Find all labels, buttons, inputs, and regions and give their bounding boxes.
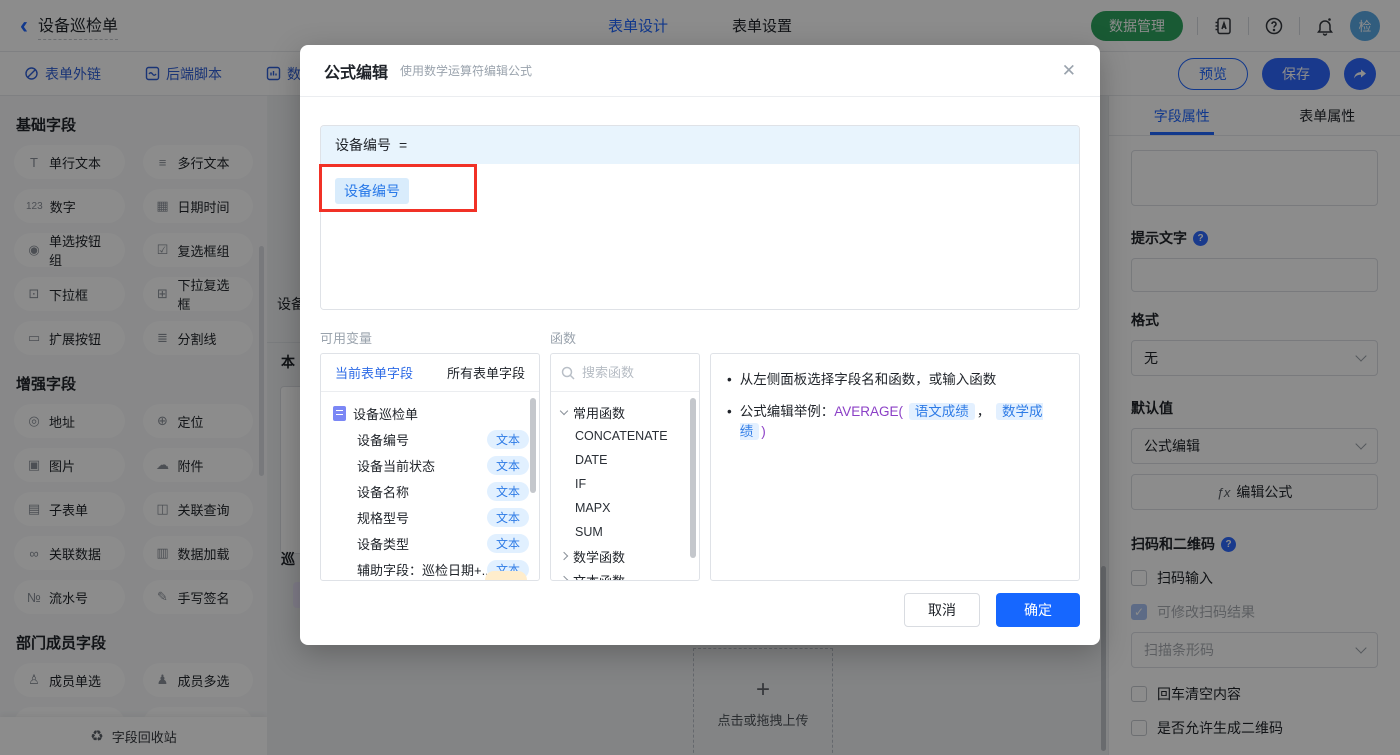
available-variables-label: 可用变量 xyxy=(320,331,373,346)
modal-header: 公式编辑 使用数学运算符编辑公式 ✕ xyxy=(300,45,1100,97)
modal-subtitle: 使用数学运算符编辑公式 xyxy=(400,64,533,78)
chevron-right-icon xyxy=(559,575,569,580)
functions-panel: 常用函数 CONCATENATE DATE IF MAPX SUM 数学函数 文… xyxy=(550,353,700,581)
tab-all-form-fields[interactable]: 所有表单字段 xyxy=(447,363,525,382)
function-group-text[interactable]: 文本函数 xyxy=(559,568,691,580)
variables-tree: 设备巡检单 设备编号 文本 设备当前状态 文本 设备名称 文本 规格型号 文本 设备类型… xyxy=(321,392,539,580)
variables-scrollbar[interactable] xyxy=(530,398,536,493)
variable-row[interactable]: 设备名称 文本 xyxy=(333,478,529,504)
formula-input-area[interactable]: 设备编号 xyxy=(321,164,1079,309)
formula-target-field: 设备编号 xyxy=(335,137,391,153)
type-badge: 文本 xyxy=(486,455,529,475)
function-item[interactable]: CONCATENATE xyxy=(561,424,691,448)
type-badge: 文本 xyxy=(486,533,529,553)
panel-labels: 可用变量 函数 xyxy=(320,328,1080,347)
formula-edit-modal: 公式编辑 使用数学运算符编辑公式 ✕ 设备编号 = 设备编号 可用变量 函数 当… xyxy=(300,45,1100,645)
form-designer-page: ‹ 设备巡检单 表单设计 表单设置 数据管理 检 表单外链 后端脚本 预览 保存… xyxy=(0,0,1400,755)
cancel-button[interactable]: 取消 xyxy=(904,593,980,627)
variable-row[interactable]: 设备当前状态 文本 xyxy=(333,452,529,478)
variable-row[interactable]: 设备编号 文本 xyxy=(333,426,529,452)
tips-panel: • 从左侧面板选择字段名和函数，或输入函数 • 公式编辑举例：AVERAGE( 语… xyxy=(710,353,1080,581)
function-group-math[interactable]: 数学函数 xyxy=(559,544,691,568)
tip-example-line: • 公式编辑举例：AVERAGE( 语文成绩， 数学成绩) xyxy=(727,403,1043,440)
variable-row[interactable]: 设备类型 文本 xyxy=(333,530,529,556)
type-badge: 文本 xyxy=(486,429,529,449)
example-field-token: 语文成绩 xyxy=(908,403,975,420)
example-function-name: AVERAGE( xyxy=(834,404,903,419)
type-badge: 文本 xyxy=(486,507,529,527)
function-item[interactable]: IF xyxy=(561,472,691,496)
chevron-right-icon xyxy=(559,551,569,561)
variable-row[interactable]: 规格型号 文本 xyxy=(333,504,529,530)
modal-panels: 当前表单字段 所有表单字段 设备巡检单 设备编号 文本 设备当前状态 文本 设备名称… xyxy=(320,353,1080,581)
tip-line: • 从左侧面板选择字段名和函数，或输入函数 xyxy=(727,372,997,387)
function-search[interactable] xyxy=(551,354,699,392)
close-icon[interactable]: ✕ xyxy=(1062,61,1076,81)
functions-scrollbar[interactable] xyxy=(690,398,696,558)
partial-type-badge xyxy=(485,571,527,580)
variables-panel: 当前表单字段 所有表单字段 设备巡检单 设备编号 文本 设备当前状态 文本 设备名称… xyxy=(320,353,540,581)
search-input[interactable] xyxy=(582,365,674,380)
function-item[interactable]: DATE xyxy=(561,448,691,472)
formula-editor: 设备编号 = 设备编号 xyxy=(320,125,1080,310)
formula-target-bar: 设备编号 = xyxy=(321,126,1079,164)
modal-footer: 取消 确定 xyxy=(904,593,1080,627)
chevron-down-icon xyxy=(559,406,569,415)
type-badge: 文本 xyxy=(486,481,529,501)
function-item[interactable]: SUM xyxy=(561,520,691,544)
functions-label: 函数 xyxy=(550,331,577,346)
tree-root-row[interactable]: 设备巡检单 xyxy=(333,400,529,426)
function-item[interactable]: MAPX xyxy=(561,496,691,520)
function-group-common[interactable]: 常用函数 xyxy=(559,400,691,424)
form-doc-icon xyxy=(333,405,346,421)
equals-sign: = xyxy=(399,137,408,153)
functions-tree: 常用函数 CONCATENATE DATE IF MAPX SUM 数学函数 文… xyxy=(551,392,699,580)
modal-title: 公式编辑 xyxy=(324,64,389,82)
confirm-button[interactable]: 确定 xyxy=(996,593,1080,627)
search-icon xyxy=(561,366,575,380)
variables-tabs: 当前表单字段 所有表单字段 xyxy=(321,354,539,392)
field-token[interactable]: 设备编号 xyxy=(335,178,409,204)
modal-body: 设备编号 = 设备编号 可用变量 函数 当前表单字段 所有表单字段 设备巡检单 … xyxy=(300,125,1100,581)
tab-current-form-fields[interactable]: 当前表单字段 xyxy=(335,363,413,382)
